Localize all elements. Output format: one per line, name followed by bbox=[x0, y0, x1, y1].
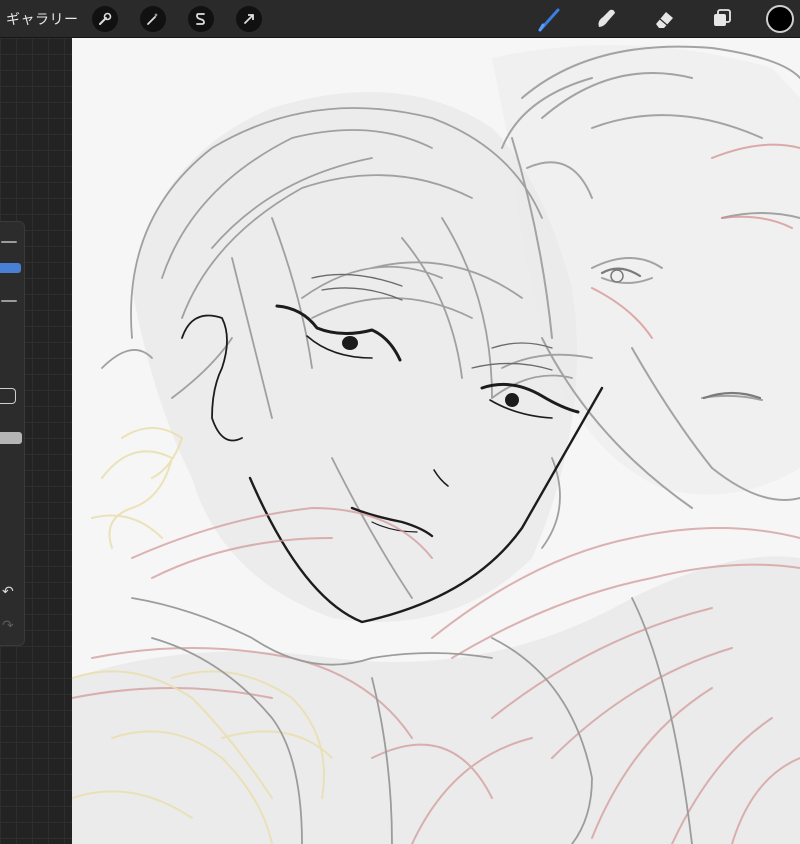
top-toolbar: ギャラリー bbox=[0, 0, 800, 38]
brush-icon bbox=[538, 8, 560, 32]
smudge-tool[interactable] bbox=[592, 5, 620, 33]
brush-tool[interactable] bbox=[536, 5, 564, 33]
drawing-canvas[interactable] bbox=[72, 38, 800, 844]
transform-button[interactable] bbox=[236, 6, 262, 32]
smudge-icon bbox=[598, 9, 615, 28]
layers-button[interactable] bbox=[708, 5, 736, 33]
gallery-button[interactable]: ギャラリー bbox=[6, 9, 79, 29]
wrench-icon bbox=[99, 12, 112, 25]
redo-icon[interactable]: ↷ bbox=[2, 618, 14, 634]
brush-size-tick bbox=[1, 241, 17, 243]
selection-button[interactable] bbox=[188, 6, 214, 32]
brush-size-slider-thumb[interactable] bbox=[0, 263, 21, 273]
modify-button[interactable] bbox=[0, 388, 16, 404]
actions-button[interactable] bbox=[92, 6, 118, 32]
selection-s-icon bbox=[196, 13, 205, 25]
left-sidebar: ↶ ↷ bbox=[0, 221, 25, 646]
brush-size-tick bbox=[1, 300, 17, 302]
sketch-artwork bbox=[72, 45, 800, 844]
eraser-icon bbox=[656, 12, 673, 28]
color-picker-button[interactable] bbox=[766, 5, 794, 33]
adjustments-button[interactable] bbox=[140, 6, 166, 32]
undo-icon[interactable]: ↶ bbox=[2, 584, 14, 600]
eraser-tool[interactable] bbox=[650, 5, 678, 33]
magic-wand-icon bbox=[147, 13, 158, 25]
layers-icon bbox=[714, 9, 731, 26]
transform-arrow-icon bbox=[244, 14, 254, 24]
opacity-slider-thumb[interactable] bbox=[0, 432, 22, 444]
